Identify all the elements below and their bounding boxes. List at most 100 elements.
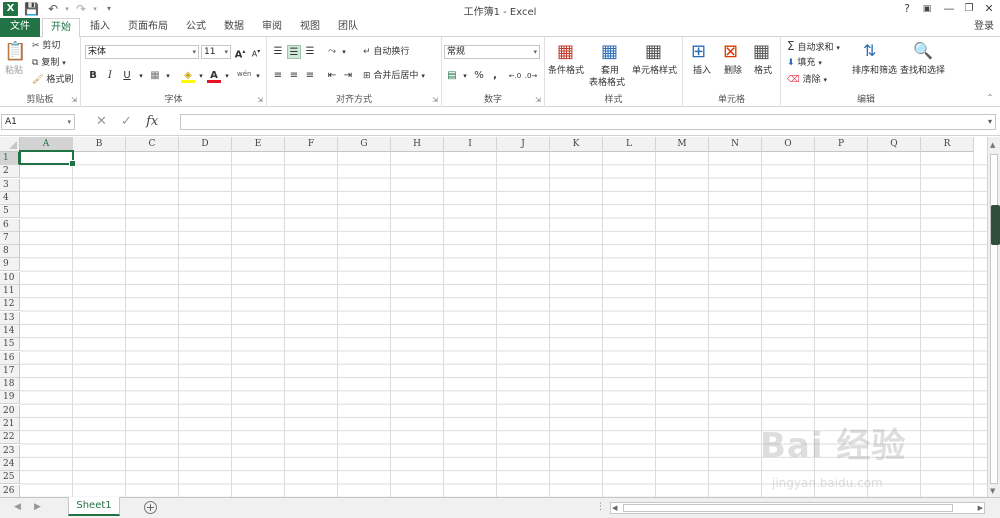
cell-styles-icon[interactable]: ▦ — [645, 41, 667, 62]
column-header-b[interactable]: B — [73, 137, 126, 152]
format-cells-button[interactable]: 格式 — [754, 65, 772, 77]
vertical-scrollbar[interactable]: ▲ ▼ — [987, 137, 1000, 497]
login-link[interactable]: 登录 — [974, 18, 994, 36]
align-left-icon[interactable]: ≡ — [271, 69, 285, 83]
column-header-q[interactable]: Q — [868, 137, 921, 152]
column-header-g[interactable]: G — [338, 137, 391, 152]
scroll-up-icon[interactable]: ▲ — [990, 141, 995, 149]
tab-page-layout[interactable]: 页面布局 — [120, 18, 176, 37]
row-header-15[interactable]: 15 — [0, 338, 20, 352]
orientation-dropdown-icon[interactable]: ▾ — [337, 45, 351, 59]
tab-insert[interactable]: 插入 — [84, 18, 116, 37]
column-header-d[interactable]: D — [179, 137, 232, 152]
format-as-table-line1[interactable]: 套用 — [601, 65, 619, 77]
tab-data[interactable]: 数据 — [218, 18, 250, 37]
borders-icon[interactable]: ▦ — [148, 69, 162, 83]
row-header-3[interactable]: 3 — [0, 178, 20, 192]
add-sheet-button[interactable]: + — [144, 501, 157, 514]
row-header-24[interactable]: 24 — [0, 457, 20, 471]
tab-review[interactable]: 审阅 — [256, 18, 288, 37]
tab-team[interactable]: 团队 — [332, 18, 364, 37]
find-select-icon[interactable]: 🔍 — [913, 41, 935, 61]
find-select-button[interactable]: 查找和选择 — [900, 65, 945, 77]
borders-dropdown-icon[interactable]: ▾ — [161, 69, 175, 83]
number-format-select[interactable]: 常规 ▾ — [444, 45, 540, 59]
format-painter-button[interactable]: 🖌 格式刷 — [32, 74, 73, 86]
decrease-decimal-icon[interactable]: .0→ — [524, 69, 538, 83]
wrap-text-button[interactable]: ↵ 自动换行 — [363, 46, 409, 58]
column-header-e[interactable]: E — [232, 137, 285, 152]
insert-cells-icon[interactable]: ⊞ — [691, 41, 713, 62]
alignment-launcher-icon[interactable]: ⇲ — [432, 96, 438, 104]
accounting-format-icon[interactable]: ▤ — [445, 69, 459, 83]
collapse-ribbon-icon[interactable]: ⌃ — [983, 91, 997, 105]
formula-input[interactable]: ▾ — [180, 114, 996, 130]
delete-cells-button[interactable]: 删除 — [724, 65, 742, 77]
comma-style-button[interactable]: , — [488, 69, 502, 83]
format-cells-icon[interactable]: ▦ — [753, 41, 775, 62]
font-size-select[interactable]: 11 ▾ — [201, 45, 231, 59]
insert-cells-button[interactable]: 插入 — [693, 65, 711, 77]
decrease-indent-icon[interactable]: ⇤ — [325, 69, 339, 83]
column-header-i[interactable]: I — [444, 137, 497, 152]
font-launcher-icon[interactable]: ⇲ — [257, 96, 263, 104]
column-header-n[interactable]: N — [709, 137, 762, 152]
sort-filter-icon[interactable]: ⇅ — [863, 41, 885, 61]
close-icon[interactable]: ✕ — [980, 1, 998, 17]
restore-icon[interactable]: ❐ — [960, 1, 978, 17]
align-center-icon[interactable]: ≡ — [287, 69, 301, 83]
row-header-11[interactable]: 11 — [0, 285, 20, 298]
select-all-button[interactable] — [0, 137, 20, 152]
row-header-20[interactable]: 20 — [0, 404, 20, 418]
row-header-26[interactable]: 26 — [0, 484, 20, 497]
row-header-6[interactable]: 6 — [0, 218, 20, 232]
font-color-dropdown-icon[interactable]: ▾ — [220, 69, 234, 83]
tab-home[interactable]: 开始 — [42, 18, 80, 38]
paste-icon[interactable]: 📋 — [4, 41, 26, 62]
row-header-7[interactable]: 7 — [0, 231, 20, 245]
row-header-23[interactable]: 23 — [0, 444, 20, 458]
row-header-9[interactable]: 9 — [0, 258, 20, 272]
increase-decimal-icon[interactable]: ←.0 — [508, 69, 522, 83]
active-cell-a1[interactable] — [19, 150, 76, 167]
row-header-1[interactable]: 1 — [0, 152, 20, 165]
row-header-19[interactable]: 19 — [0, 391, 20, 405]
tab-formulas[interactable]: 公式 — [180, 18, 212, 37]
column-header-r[interactable]: R — [921, 137, 974, 152]
cut-button[interactable]: ✂ 剪切 — [32, 40, 60, 52]
fill-button[interactable]: ⬇ 填充 ▾ — [787, 57, 822, 69]
align-bottom-icon[interactable]: ☰ — [303, 45, 317, 59]
horizontal-scroll-thumb[interactable] — [623, 504, 953, 512]
insert-function-button[interactable]: fx — [146, 114, 158, 129]
increase-indent-icon[interactable]: ⇥ — [341, 69, 355, 83]
percent-button[interactable]: % — [472, 69, 486, 83]
align-top-icon[interactable]: ☰ — [271, 45, 285, 59]
align-middle-icon[interactable]: ☰ — [287, 45, 301, 59]
column-header-l[interactable]: L — [603, 137, 656, 152]
clear-button[interactable]: ⌫ 清除 ▾ — [787, 74, 827, 86]
prev-sheet-icon[interactable]: ◀ — [14, 502, 21, 512]
row-header-2[interactable]: 2 — [0, 165, 20, 179]
scroll-down-icon[interactable]: ▼ — [990, 487, 995, 495]
column-header-j[interactable]: J — [497, 137, 550, 152]
side-panel-tab[interactable] — [991, 205, 1000, 245]
column-header-c[interactable]: C — [126, 137, 179, 152]
align-right-icon[interactable]: ≡ — [303, 69, 317, 83]
accounting-dropdown-icon[interactable]: ▾ — [458, 69, 472, 83]
phonetic-dropdown-icon[interactable]: ▾ — [251, 69, 265, 83]
italic-button[interactable]: I — [103, 69, 117, 83]
phonetic-button[interactable]: wén — [237, 67, 251, 81]
enter-icon[interactable]: ✓ — [121, 114, 132, 129]
row-header-16[interactable]: 16 — [0, 351, 20, 365]
horizontal-scrollbar[interactable]: ◀ ▶ — [610, 502, 985, 514]
next-sheet-icon[interactable]: ▶ — [34, 502, 41, 512]
scroll-right-icon[interactable]: ▶ — [978, 503, 983, 513]
tab-split-handle[interactable]: ⋮ — [596, 502, 605, 512]
cell-styles-button[interactable]: 单元格样式 — [632, 65, 677, 77]
row-header-14[interactable]: 14 — [0, 324, 20, 338]
format-as-table-icon[interactable]: ▦ — [601, 41, 623, 62]
fill-color-icon[interactable]: ◈ — [181, 69, 195, 83]
tab-view[interactable]: 视图 — [294, 18, 326, 37]
row-header-22[interactable]: 22 — [0, 431, 20, 445]
cancel-icon[interactable]: ✕ — [96, 114, 107, 129]
